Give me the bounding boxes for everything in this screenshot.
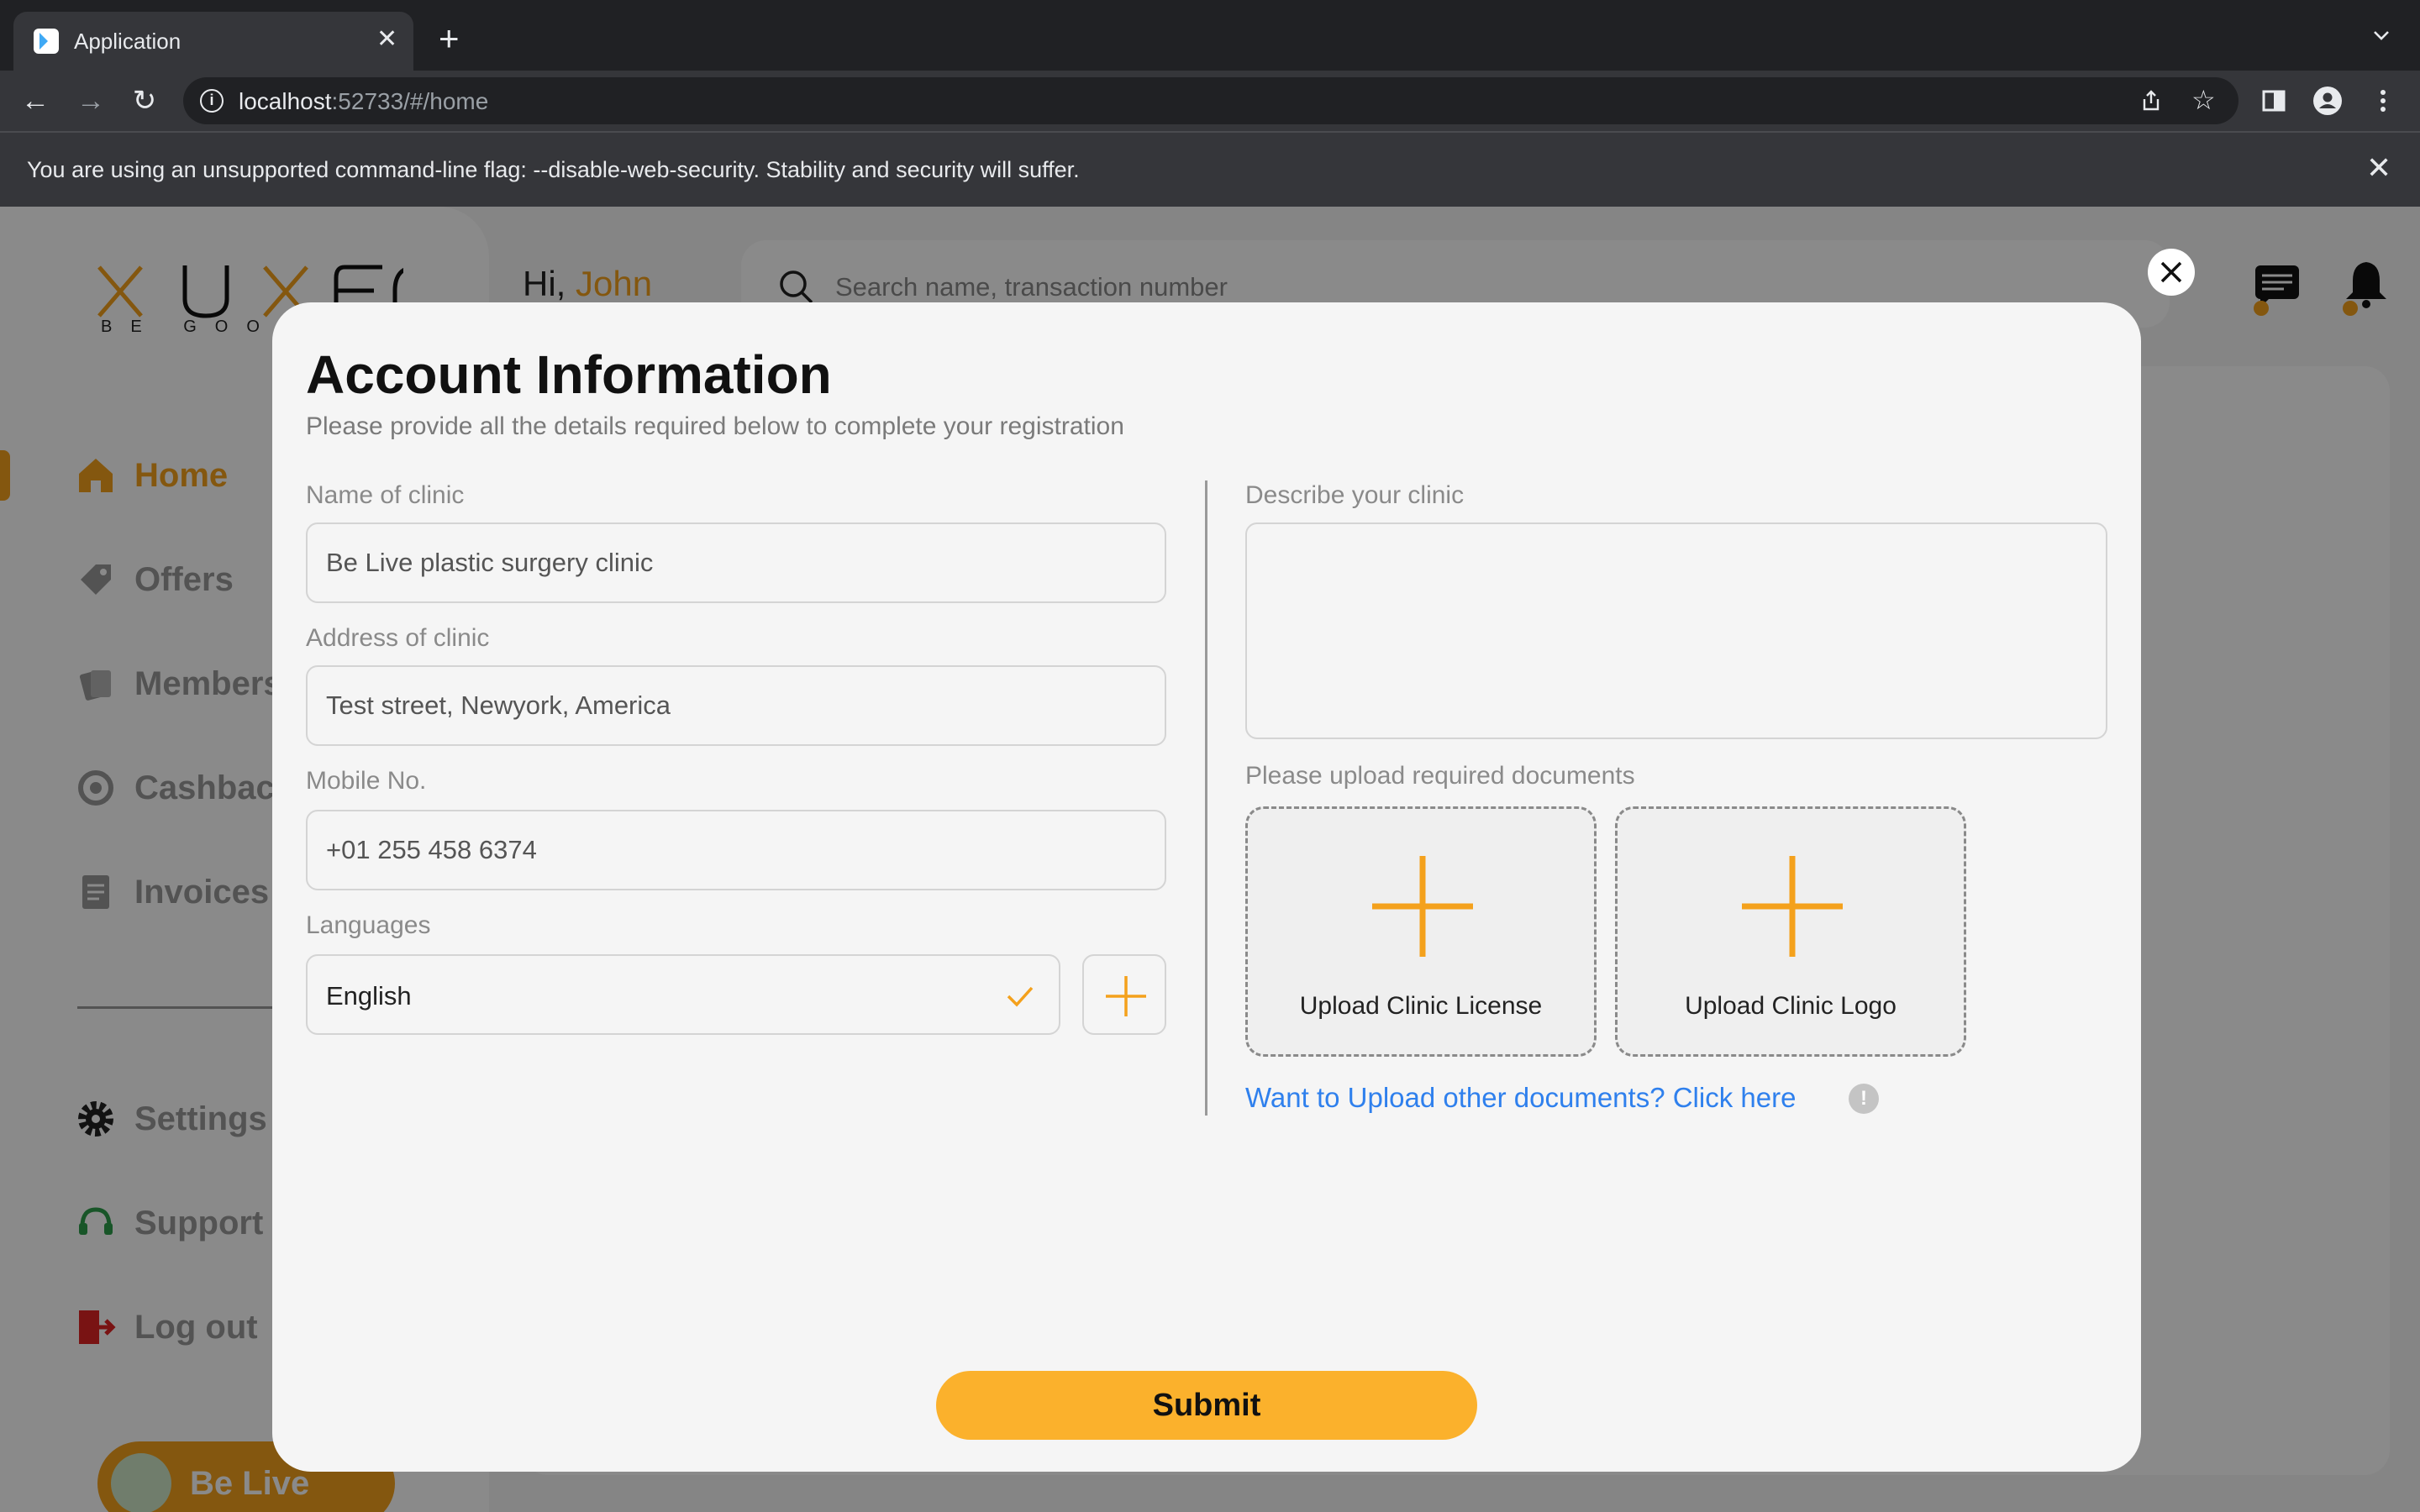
address-bar[interactable]: i localhost:52733/#/home ☆ [183,77,2238,124]
modal-close-button[interactable] [2148,249,2195,296]
submit-button[interactable]: Submit [936,1371,1477,1440]
modal-title: Account Information [306,344,832,405]
side-panel-icon[interactable] [2259,86,2289,116]
clinic-address-input[interactable] [306,665,1166,746]
account-information-modal: Account Information Please provide all t… [272,302,2141,1472]
tab-search-chevron-icon[interactable] [2371,25,2391,45]
clinic-name-input[interactable] [306,522,1166,603]
upload-clinic-license-button[interactable]: Upload Clinic License [1245,806,1597,1057]
browser-toolbar: ← → ↻ i localhost:52733/#/home ☆ [0,71,2420,131]
tab-title: Application [74,29,182,54]
checkmark-icon [1007,986,1034,1007]
reload-icon[interactable]: ↻ [129,86,160,116]
back-arrow-icon[interactable]: ← [20,86,50,116]
describe-clinic-textarea[interactable] [1245,522,2107,739]
warning-infobar: You are using an unsupported command-lin… [0,131,2420,207]
column-divider [1205,480,1207,1116]
infobar-close-icon[interactable]: ✕ [2366,151,2391,185]
upload-clinic-logo-button[interactable]: Upload Clinic Logo [1615,806,1966,1057]
infobar-message: You are using an unsupported command-lin… [27,157,1080,182]
plus-icon [1742,856,1843,957]
upload-documents-label: Please upload required documents [1245,762,1635,790]
close-icon [2160,261,2182,283]
upload-license-label: Upload Clinic License [1299,992,1543,1020]
info-icon[interactable]: ! [1849,1084,1879,1114]
clinic-name-label: Name of clinic [306,481,465,509]
languages-label: Languages [306,911,431,939]
browser-tabstrip: Application ✕ + [0,0,2420,71]
site-info-icon[interactable]: i [200,89,224,113]
language-value: English [326,981,412,1011]
plus-icon [1372,856,1473,957]
share-icon[interactable] [2139,89,2163,113]
mobile-label: Mobile No. [306,767,427,795]
tab-close-icon[interactable]: ✕ [376,27,397,52]
clinic-address-label: Address of clinic [306,624,490,652]
browser-tab[interactable]: Application ✕ [13,12,413,71]
bookmark-star-icon[interactable]: ☆ [2191,86,2216,114]
add-language-button[interactable] [1082,954,1166,1035]
profile-icon[interactable] [2312,86,2343,116]
describe-clinic-label: Describe your clinic [1245,481,1465,509]
modal-subtitle: Please provide all the details required … [306,412,1124,440]
upload-logo-label: Upload Clinic Logo [1685,992,1897,1020]
kebab-menu-icon[interactable] [2368,86,2398,116]
language-select[interactable]: English [306,954,1060,1035]
flutter-favicon-icon [34,29,59,54]
url-text[interactable]: localhost:52733/#/home [239,88,488,115]
forward-arrow-icon[interactable]: → [76,86,106,116]
plus-icon [1106,976,1146,1016]
new-tab-icon[interactable]: + [439,21,460,56]
upload-other-documents-link[interactable]: Want to Upload other documents? Click he… [1245,1082,1796,1114]
mobile-input[interactable] [306,810,1166,890]
